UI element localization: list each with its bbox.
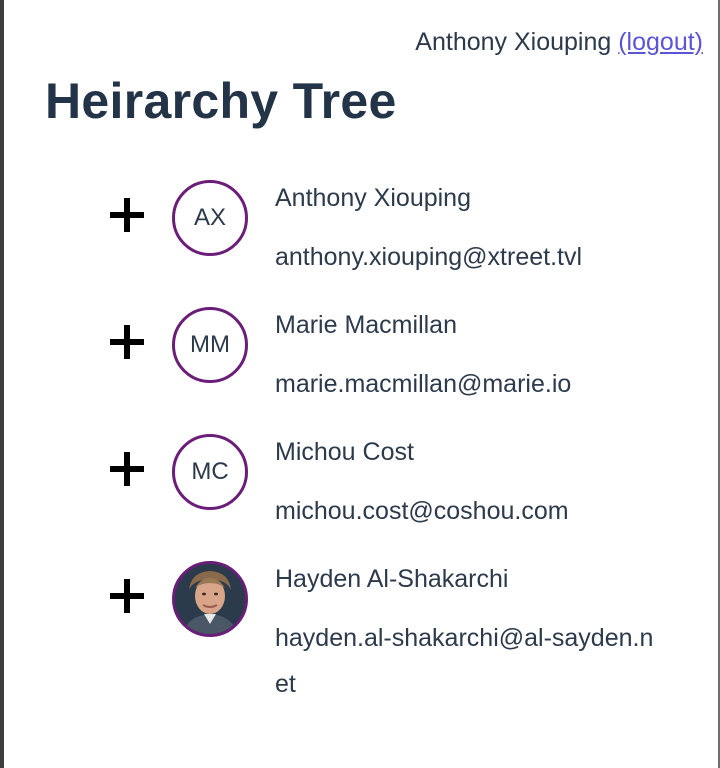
profile-photo [175,564,245,634]
person-email: hayden.al-shakarchi@al-sayden.net [275,624,654,698]
avatar-initials: AX [193,204,226,231]
avatar: MM [172,307,248,383]
person-name: Marie Macmillan [275,311,457,339]
person-name: Michou Cost [275,438,414,466]
person-name: Anthony Xiouping [275,184,471,212]
plus-icon[interactable] [110,579,144,613]
avatar-initials: MC [191,458,229,485]
person-email: anthony.xiouping@xtreet.tvl [275,243,583,271]
hierarchy-tree: AX Anthony Xiouping anthony.xiouping@xtr… [0,0,720,768]
person-name: Hayden Al-Shakarchi [275,565,509,593]
avatar: AX [172,180,248,256]
plus-icon[interactable] [110,452,144,486]
plus-icon[interactable] [110,198,144,232]
avatar-initials: MM [190,331,230,358]
plus-icon[interactable] [110,325,144,359]
person-email: marie.macmillan@marie.io [275,370,572,398]
avatar: MC [172,434,248,510]
avatar-photo [172,561,248,637]
person-email: michou.cost@coshou.com [275,497,569,525]
